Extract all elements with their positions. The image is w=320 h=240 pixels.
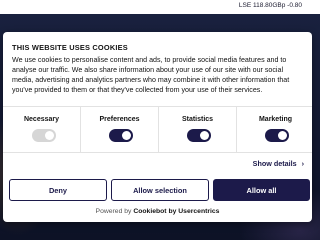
divider-bottom xyxy=(3,152,312,153)
allow-all-button[interactable]: Allow all xyxy=(213,179,310,201)
allow-selection-button[interactable]: Allow selection xyxy=(111,179,209,201)
category-separator xyxy=(80,106,81,152)
stock-ticker: LSE 118.80GBp -0.80 xyxy=(238,2,302,9)
dialog-body-text: We use cookies to personalise content an… xyxy=(12,56,290,95)
show-details-label: Show details xyxy=(252,159,297,168)
show-details-link[interactable]: Show details › xyxy=(253,159,304,168)
toggle-statistics[interactable] xyxy=(187,129,211,142)
powered-by-label: Powered by xyxy=(95,208,132,215)
category-separator xyxy=(236,106,237,152)
top-bar: LSE 118.80GBp -0.80 xyxy=(0,0,320,14)
cookiebot-brand-link[interactable]: Cookiebot by Usercentrics xyxy=(133,208,219,215)
toggle-preferences[interactable] xyxy=(109,129,133,142)
toggle-necessary xyxy=(32,129,56,142)
toggle-knob xyxy=(200,131,209,140)
toggle-marketing[interactable] xyxy=(265,129,289,142)
category-label-necessary: Necessary xyxy=(23,116,60,123)
powered-by-footer: Powered by Cookiebot by Usercentrics xyxy=(3,208,312,215)
category-separator xyxy=(158,106,159,152)
category-label-statistics: Statistics xyxy=(181,116,214,123)
dialog-title: THIS WEBSITE USES COOKIES xyxy=(12,43,128,52)
toggle-knob xyxy=(45,131,54,140)
cookie-consent-dialog: THIS WEBSITE USES COOKIES We use cookies… xyxy=(3,32,312,222)
deny-button[interactable]: Deny xyxy=(9,179,107,201)
chevron-right-icon: › xyxy=(301,159,304,168)
category-label-marketing: Marketing xyxy=(258,116,293,123)
category-label-preferences: Preferences xyxy=(99,116,140,123)
toggle-knob xyxy=(122,131,131,140)
toggle-knob xyxy=(278,131,287,140)
